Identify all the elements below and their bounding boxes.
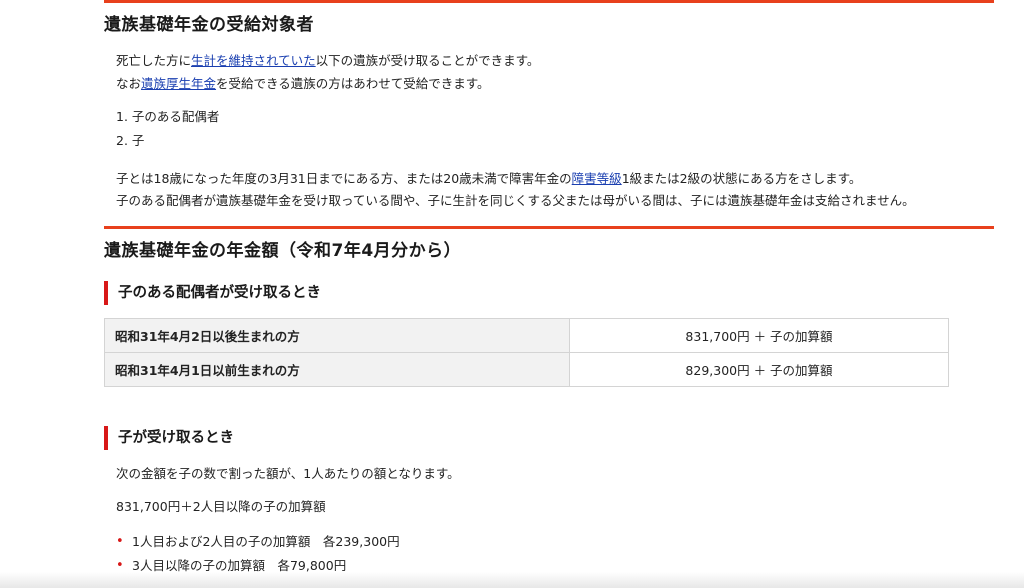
recipients-description-line2: なお遺族厚生年金を受給できる遺族の方はあわせて受給できます。: [116, 76, 490, 91]
child-amount-formula: 831,700円＋2人目以降の子の加算額: [116, 499, 326, 514]
recipient-list: 1. 子のある配偶者 2. 子: [116, 105, 219, 153]
child-payment-note: 子のある配偶者が遺族基礎年金を受け取っている間や、子に生計を同じくする父または母…: [116, 193, 915, 208]
amount-section-title: 遺族基礎年金の年金額（令和7年4月分から）: [104, 241, 462, 261]
bullet-dot-icon: •: [116, 534, 124, 549]
birthdate-label-cell: 昭和31年4月2日以後生まれの方: [104, 318, 570, 353]
birthdate-label-cell: 昭和31年4月1日以前生まれの方: [104, 352, 570, 387]
amount-value-cell: 829,300円 ＋ 子の加算額: [569, 352, 949, 387]
child-subheading: 子が受け取るとき: [104, 426, 234, 450]
list-item: 1. 子のある配偶者: [116, 109, 220, 124]
table-row: 昭和31年4月2日以後生まれの方 831,700円 ＋ 子の加算額: [104, 318, 949, 353]
recipients-description-line1: 死亡した方に生計を維持されていた以下の遺族が受け取ることができます。: [116, 53, 540, 68]
child-amount-description: 次の金額を子の数で割った額が、1人あたりの額となります。: [116, 466, 460, 481]
spouse-amount-table: 昭和31年4月2日以後生まれの方 831,700円 ＋ 子の加算額 昭和31年4…: [104, 318, 949, 387]
top-section-divider: [104, 0, 994, 3]
spouse-subheading: 子のある配偶者が受け取るとき: [104, 281, 321, 305]
bottom-scroll-fade: [0, 572, 1024, 588]
recipients-section-title: 遺族基礎年金の受給対象者: [104, 15, 314, 35]
livelihood-support-link[interactable]: 生計を維持されていた: [191, 53, 316, 68]
amount-value-cell: 831,700円 ＋ 子の加算額: [569, 318, 949, 353]
survivors-employees-pension-link[interactable]: 遺族厚生年金: [141, 76, 216, 91]
table-row: 昭和31年4月1日以前生まれの方 829,300円 ＋ 子の加算額: [104, 352, 949, 387]
list-item: 2. 子: [116, 133, 145, 148]
child-addition-list: • 1人目および2人目の子の加算額 各239,300円 • 3人目以降の子の加算額 …: [116, 530, 400, 578]
disability-grade-link[interactable]: 障害等級: [572, 171, 622, 186]
amount-section-divider: [104, 226, 994, 229]
child-definition-note: 子とは18歳になった年度の3月31日までにある方、または20歳未満で障害年金の障…: [116, 171, 862, 186]
list-item: • 1人目および2人目の子の加算額 各239,300円: [116, 530, 400, 554]
